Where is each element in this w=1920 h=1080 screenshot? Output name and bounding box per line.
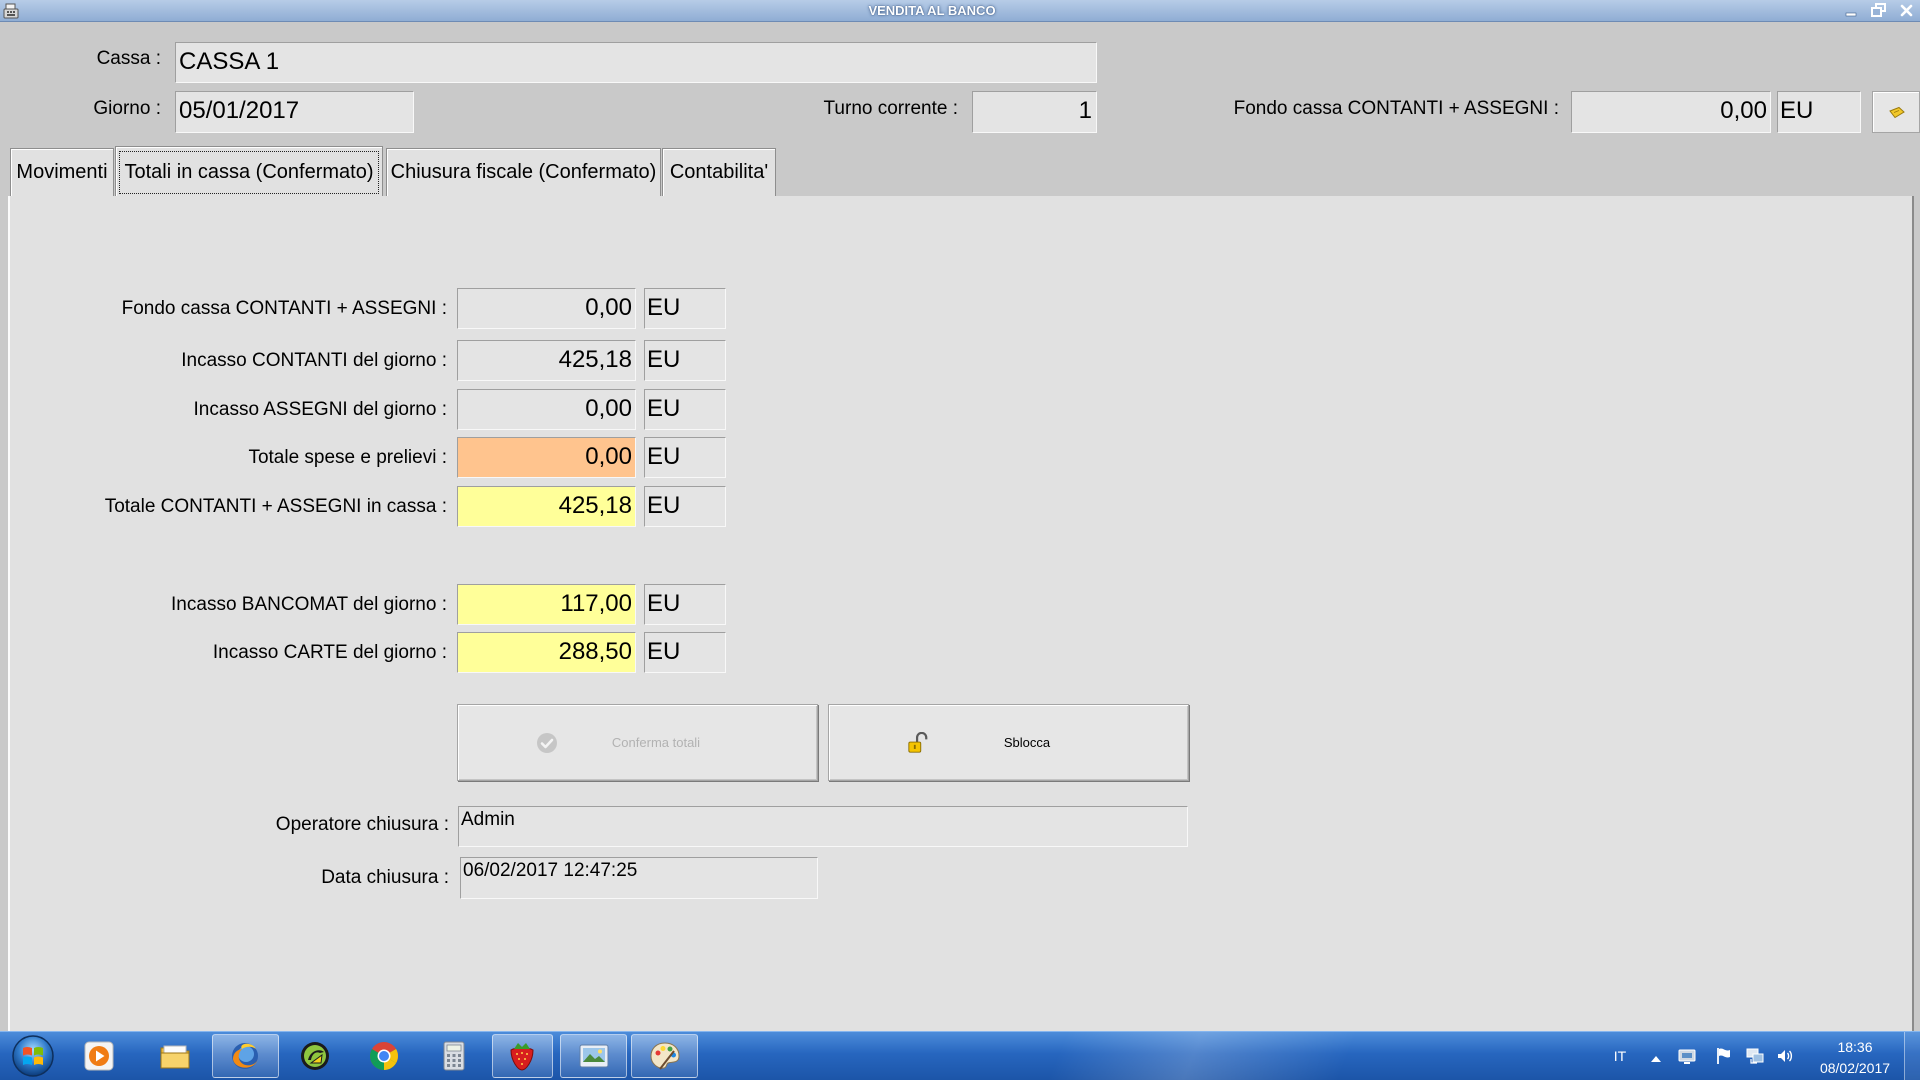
taskbar-calculator-button[interactable] xyxy=(437,1039,471,1073)
tab-contabilita[interactable]: Contabilita' xyxy=(662,148,776,196)
language-indicator[interactable]: IT xyxy=(1606,1047,1634,1065)
sblocca-button[interactable]: Sblocca xyxy=(828,704,1189,781)
conferma-totali-button[interactable]: Conferma totali xyxy=(457,704,818,781)
window-title: VENDITA AL BANCO xyxy=(868,3,996,18)
sblocca-label: Sblocca xyxy=(1003,735,1051,750)
currency-label: EU xyxy=(644,437,726,478)
image-viewer-icon xyxy=(579,1044,609,1068)
incasso-assegni-field[interactable]: 0,00 xyxy=(457,389,636,430)
calculator-icon xyxy=(443,1041,465,1071)
check-circle-icon xyxy=(537,733,557,753)
taskbar-image-viewer-button[interactable] xyxy=(560,1034,627,1078)
giorno-label: Giorno : xyxy=(93,98,161,119)
chrome-icon xyxy=(370,1042,398,1070)
cash-icon xyxy=(1889,106,1905,119)
fondo-cassa-total-field[interactable]: 0,00 xyxy=(457,288,636,329)
row-label: Incasso BANCOMAT del giorno : xyxy=(171,594,447,615)
taskbar-green-app-button[interactable] xyxy=(298,1039,332,1073)
unlocked-padlock-icon xyxy=(908,732,928,753)
action-center-button[interactable] xyxy=(1714,1046,1734,1066)
cash-register-icon xyxy=(1,1,21,21)
media-player-icon xyxy=(84,1041,114,1071)
windows-start-icon xyxy=(12,1035,54,1077)
incasso-carte-field[interactable]: 288,50 xyxy=(457,632,636,673)
currency-label: EU xyxy=(644,486,726,527)
volume-icon xyxy=(1778,1050,1793,1062)
tab-chiusura-fiscale[interactable]: Chiusura fiscale (Confermato) xyxy=(386,148,661,196)
conferma-totali-label: Conferma totali xyxy=(611,735,701,750)
green-app-icon xyxy=(301,1042,329,1070)
row-label: Fondo cassa CONTANTI + ASSEGNI : xyxy=(121,298,447,319)
fondo-cassa-field[interactable]: 0,00 xyxy=(1571,91,1771,133)
restore-button[interactable] xyxy=(1866,1,1892,20)
minimize-button[interactable] xyxy=(1838,1,1864,20)
row-label: Incasso CONTANTI del giorno : xyxy=(181,350,447,371)
totale-spese-field[interactable]: 0,00 xyxy=(457,437,636,478)
focus-rectangle xyxy=(119,151,379,194)
taskbar-firefox-button[interactable] xyxy=(212,1034,279,1078)
fondo-cassa-currency: EU xyxy=(1777,91,1861,133)
clock-date: 08/02/2017 xyxy=(1819,1060,1891,1076)
currency-label: EU xyxy=(644,288,726,329)
row-label: Totale CONTANTI + ASSEGNI in cassa : xyxy=(104,496,447,517)
title-bar: VENDITA AL BANCO xyxy=(0,0,1920,22)
taskbar-strawberry-app-button[interactable] xyxy=(492,1034,553,1078)
currency-label: EU xyxy=(644,340,726,381)
taskbar-media-player-button[interactable] xyxy=(82,1039,116,1073)
taskbar-chrome-button[interactable] xyxy=(367,1039,401,1073)
incasso-bancomat-field[interactable]: 117,00 xyxy=(457,584,636,625)
minimize-icon xyxy=(1845,12,1857,17)
tray-app-icon xyxy=(1678,1049,1696,1064)
tab-label: Chiusura fiscale (Confermato) xyxy=(390,161,657,183)
data-chiusura-label: Data chiusura : xyxy=(321,867,449,888)
taskbar: IT 18:36 08/02/2017 xyxy=(0,1031,1920,1080)
firefox-icon xyxy=(232,1043,258,1069)
row-label: Totale spese e prelievi : xyxy=(248,447,447,468)
strawberry-app-icon xyxy=(510,1043,534,1071)
cassa-label: Cassa : xyxy=(96,48,161,69)
tray-app-button[interactable] xyxy=(1677,1046,1697,1066)
totale-cassa-field[interactable]: 425,18 xyxy=(457,486,636,527)
incasso-contanti-field[interactable]: 425,18 xyxy=(457,340,636,381)
taskbar-file-explorer-button[interactable] xyxy=(158,1039,192,1073)
tab-label: Contabilita' xyxy=(669,161,769,183)
file-explorer-icon xyxy=(160,1045,190,1069)
fondo-cassa-button[interactable] xyxy=(1872,91,1920,133)
fondo-cassa-label: Fondo cassa CONTANTI + ASSEGNI : xyxy=(1233,98,1559,119)
data-chiusura-field[interactable]: 06/02/2017 12:47:25 xyxy=(460,857,818,899)
clock-time: 18:36 xyxy=(1837,1039,1873,1055)
currency-label: EU xyxy=(644,389,726,430)
restore-icon xyxy=(1871,3,1886,17)
tab-totali-in-cassa[interactable]: Totali in cassa (Confermato) xyxy=(115,146,383,196)
network-icon xyxy=(1746,1048,1764,1064)
turno-field[interactable]: 1 xyxy=(972,91,1097,133)
cassa-field[interactable]: CASSA 1 xyxy=(175,42,1097,83)
giorno-field[interactable]: 05/01/2017 xyxy=(175,91,414,133)
operatore-chiusura-label: Operatore chiusura : xyxy=(275,814,449,835)
turno-label: Turno corrente : xyxy=(823,98,958,119)
totali-panel: Fondo cassa CONTANTI + ASSEGNI : 0,00 EU… xyxy=(8,196,1914,1031)
show-hidden-icons-button[interactable] xyxy=(1650,1051,1662,1062)
row-label: Incasso ASSEGNI del giorno : xyxy=(193,399,447,420)
network-button[interactable] xyxy=(1745,1046,1765,1066)
row-label: Incasso CARTE del giorno : xyxy=(212,642,447,663)
start-button[interactable] xyxy=(11,1034,55,1078)
paint-icon xyxy=(650,1042,680,1070)
show-desktop-button[interactable] xyxy=(1904,1032,1920,1080)
chevron-up-icon xyxy=(1651,1056,1661,1062)
flag-icon xyxy=(1717,1048,1730,1064)
tab-movimenti[interactable]: Movimenti xyxy=(10,148,114,196)
clock[interactable]: 18:36 08/02/2017 xyxy=(1810,1036,1900,1078)
currency-label: EU xyxy=(644,632,726,673)
taskbar-paint-button[interactable] xyxy=(631,1034,698,1078)
close-icon xyxy=(1900,4,1913,17)
tab-label: Movimenti xyxy=(16,161,108,183)
currency-label: EU xyxy=(644,584,726,625)
volume-button[interactable] xyxy=(1775,1046,1795,1066)
operatore-chiusura-field[interactable]: Admin xyxy=(458,806,1188,847)
close-button[interactable] xyxy=(1894,1,1920,20)
